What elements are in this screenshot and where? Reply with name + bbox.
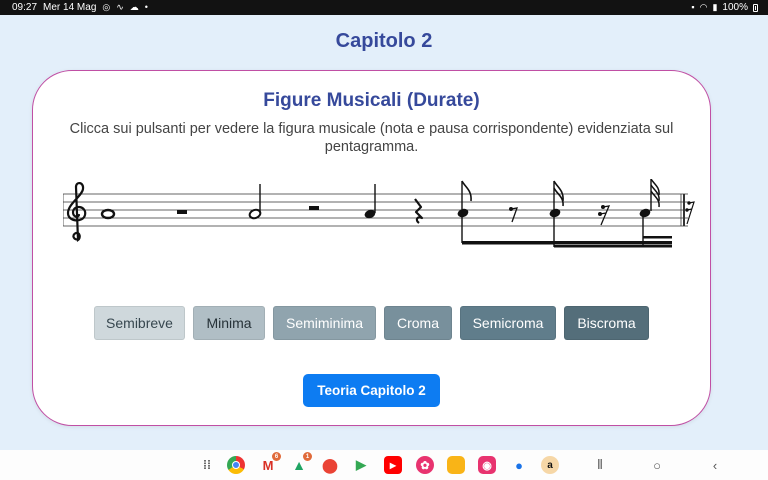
files-icon[interactable] <box>447 456 465 474</box>
semicroma-note <box>549 180 564 218</box>
battery-level: 100% <box>722 2 748 13</box>
camera-app-icon[interactable]: ◉ <box>478 456 496 474</box>
home-icon[interactable]: ○ <box>647 455 667 475</box>
croma-rest <box>509 207 518 223</box>
music-staff <box>63 179 695 248</box>
drive-icon[interactable]: ▲ 1 <box>290 452 312 474</box>
durations-card: Figure Musicali (Durate) Clicca sui puls… <box>32 70 711 426</box>
semiminima-button[interactable]: Semiminima <box>273 306 376 340</box>
cast-icon: ◎ <box>102 2 111 12</box>
croma-button[interactable]: Croma <box>384 306 452 340</box>
semibreve-button[interactable]: Semibreve <box>94 306 185 340</box>
biscroma-button[interactable]: Biscroma <box>564 306 649 340</box>
youtube-icon[interactable]: ▶ <box>384 456 402 474</box>
signature-icon: ∿ <box>116 2 124 12</box>
biscroma-rest <box>685 201 695 225</box>
play-store-icon[interactable]: ▶ <box>352 456 370 474</box>
messages-icon[interactable]: ● <box>510 456 528 474</box>
treble-clef-icon <box>66 182 87 243</box>
recents-icon[interactable]: ⦀ <box>590 455 610 475</box>
status-time: 09:27 <box>12 2 38 13</box>
gmail-badge: 6 <box>272 452 281 461</box>
signal-icon: ▮ <box>712 2 718 12</box>
battery-icon <box>753 3 758 12</box>
navigation-bar: ⁞⁞ M6 ▲ 1 ⬤ ▶ ▶ ✿ ◉ ● a ⦀ ○ ‹ <box>0 450 768 480</box>
status-bar: 09:27 Mer 14 Mag ◎ ∿ ☁ • ▪ ◠ ▮ 100% <box>0 0 768 15</box>
croma-note <box>457 180 472 218</box>
semiminima-rest <box>414 198 424 224</box>
gmail-icon[interactable]: M6 <box>259 452 281 474</box>
cloud-icon: ☁ <box>129 2 139 12</box>
wifi-icon: ◠ <box>699 2 708 12</box>
chapter-title: Capitolo 2 <box>335 30 433 52</box>
semibreve-rest <box>177 210 187 214</box>
maps-icon[interactable]: ⬤ <box>321 456 339 474</box>
amazon-icon[interactable]: a <box>541 456 559 474</box>
back-icon[interactable]: ‹ <box>705 455 725 475</box>
minima-button[interactable]: Minima <box>193 306 265 340</box>
flower-app-icon[interactable]: ✿ <box>416 456 434 474</box>
biscroma-note <box>639 179 660 218</box>
apps-grid-icon[interactable]: ⁞⁞ <box>198 456 216 474</box>
card-description: Clicca sui pulsanti per vedere la figura… <box>69 121 674 155</box>
drive-badge: 1 <box>303 452 312 461</box>
dot-icon: • <box>144 2 148 12</box>
chrome-icon[interactable] <box>227 456 245 474</box>
semicroma-rest <box>598 205 611 226</box>
theory-chapter-button[interactable]: Teoria Capitolo 2 <box>303 374 440 407</box>
sim-icon: ▪ <box>691 2 695 12</box>
card-title: Figure Musicali (Durate) <box>263 90 480 111</box>
note-beams <box>461 217 672 248</box>
semibreve-note <box>100 208 116 220</box>
minima-rest <box>309 206 319 210</box>
semicroma-button[interactable]: Semicroma <box>460 306 556 340</box>
status-date: Mer 14 Mag <box>43 2 97 13</box>
